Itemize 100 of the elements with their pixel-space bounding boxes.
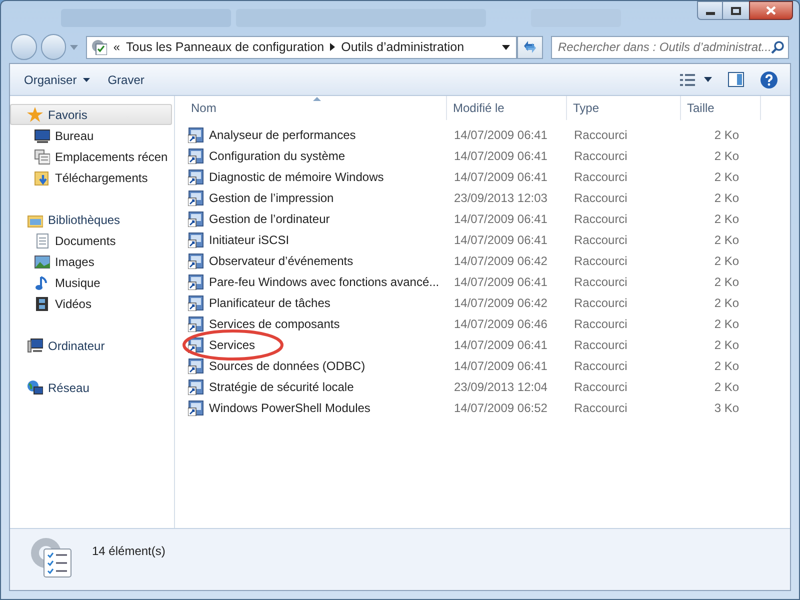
table-cell-text: 14/07/2009 06:41 (453, 148, 548, 164)
table-cell-text: Raccourci (573, 400, 628, 416)
sidebar-item[interactable]: Téléchargements (10, 167, 174, 188)
search-placeholder: Rechercher dans : Outils d’administrat... (558, 39, 771, 56)
address-bar[interactable]: « Tous les Panneaux de configuration Outils d’administration (86, 36, 518, 58)
file-item[interactable]: Gestion de l’ordinateur (175, 210, 447, 228)
sidebar-group[interactable]: Favoris (10, 104, 172, 125)
table-cell-text: Raccourci (573, 378, 628, 396)
table-cell-text: 14/07/2009 06:46 (453, 316, 548, 332)
sidebar-group[interactable]: Ordinateur (10, 335, 172, 356)
table-cell-text: 3 Ko (713, 400, 740, 416)
table-cell-text: 23/09/2013 12:03 (453, 190, 548, 206)
shortcut-icon (188, 232, 204, 248)
sidebar-item[interactable]: Emplacements récen (10, 146, 174, 167)
shortcut-icon (188, 316, 204, 332)
breadcrumb[interactable]: Outils d’administration (341, 38, 464, 56)
file-item[interactable]: Pare-feu Windows avec fonctions avancé... (175, 272, 447, 290)
file-item[interactable]: Initiateur iSCSI (175, 230, 447, 248)
table-cell-text: Raccourci (573, 316, 628, 332)
maximize-button[interactable] (723, 1, 749, 20)
file-item[interactable]: Analyseur de performances (175, 126, 447, 144)
table-cell-text: 2 Ko (713, 336, 740, 354)
file-item[interactable]: Observateur d’événements (175, 252, 447, 270)
table-cell-text: 2 Ko (713, 126, 740, 144)
control-panel-icon (91, 39, 108, 55)
minimize-icon (706, 12, 714, 14)
minimize-button[interactable] (697, 1, 723, 20)
file-item[interactable]: Windows PowerShell Modules (175, 398, 447, 416)
sidebar-item[interactable]: Vidéos (10, 293, 174, 314)
view-options-button[interactable] (680, 74, 712, 86)
shortcut-icon (188, 336, 204, 352)
table-cell-text: 2 Ko (713, 168, 740, 186)
breadcrumb-arrow-icon (330, 43, 336, 51)
table-cell-text: Raccourci (573, 190, 628, 206)
file-item[interactable]: Diagnostic de mémoire Windows (175, 168, 447, 186)
table-cell-text: 2 Ko (713, 378, 740, 396)
sidebar-item[interactable]: Bureau (10, 125, 174, 146)
sidebar-item[interactable]: Documents (10, 230, 174, 251)
file-item[interactable]: Configuration du système (175, 146, 447, 164)
table-cell-text: 2 Ko (713, 294, 740, 312)
table-cell-text: Raccourci (573, 168, 628, 186)
file-item[interactable]: Services de composants (175, 314, 447, 332)
table-cell-text: Raccourci (573, 358, 628, 374)
shortcut-icon (188, 210, 204, 226)
table-cell-text: 14/07/2009 06:41 (453, 336, 548, 354)
table-cell-text: Raccourci (573, 148, 628, 164)
document-icon (34, 232, 50, 248)
file-item[interactable]: Sources de données (ODBC) (175, 356, 447, 374)
table-cell-text: 2 Ko (713, 148, 740, 164)
table-cell-text: 14/07/2009 06:41 (453, 126, 548, 144)
sidebar-group[interactable]: Réseau (10, 377, 172, 398)
table-cell-text: 2 Ko (713, 316, 740, 332)
image-icon (34, 254, 50, 270)
file-item[interactable]: Gestion de l’impression (175, 188, 447, 206)
preview-pane-icon[interactable] (728, 72, 744, 87)
table-cell-text: 23/09/2013 12:04 (453, 378, 548, 396)
overflow-chevron[interactable]: « (113, 38, 120, 56)
refresh-button[interactable] (517, 36, 543, 58)
file-item[interactable]: Stratégie de sécurité locale (175, 378, 447, 396)
shortcut-icon (188, 190, 204, 206)
search-field[interactable]: Rechercher dans : Outils d’administrat... (551, 36, 789, 58)
sidebar-item[interactable]: Musique (10, 272, 174, 293)
file-item[interactable]: Services (175, 336, 447, 354)
recent-icon (34, 148, 50, 164)
table-cell-text: 14/07/2009 06:42 (453, 252, 548, 270)
shortcut-icon (188, 358, 204, 374)
toolbar-button[interactable]: Graver (106, 70, 146, 88)
close-button[interactable] (749, 1, 793, 20)
table-cell-text: 2 Ko (713, 190, 740, 206)
table-cell-text: 2 Ko (713, 252, 740, 270)
shortcut-icon (188, 168, 204, 184)
table-cell-text: 14/07/2009 06:41 (453, 168, 548, 186)
table-cell-text: Raccourci (573, 274, 628, 290)
help-icon[interactable] (760, 70, 778, 88)
breadcrumb[interactable]: Tous les Panneaux de configuration (126, 38, 324, 56)
column-header[interactable]: Type (567, 96, 681, 120)
file-item[interactable]: Planificateur de tâches (175, 294, 447, 312)
maximize-icon (731, 6, 741, 14)
shortcut-icon (188, 378, 204, 394)
item-count: 14 élément(s) (92, 543, 166, 560)
table-cell-text: 2 Ko (713, 232, 740, 248)
sidebar-group[interactable]: Bibliothèques (10, 209, 172, 230)
column-header[interactable]: Taille (681, 96, 761, 120)
shortcut-icon (188, 252, 204, 268)
table-cell-text: Raccourci (573, 252, 628, 270)
shortcut-icon (188, 274, 204, 290)
desktop-icon (34, 128, 50, 144)
shortcut-icon (188, 148, 204, 164)
column-header[interactable]: Modifié le (447, 96, 567, 120)
video-icon (34, 296, 50, 312)
table-cell-text: Raccourci (573, 126, 628, 144)
dropdown-arrow-icon[interactable] (502, 44, 510, 50)
table-cell-text: 14/07/2009 06:41 (453, 210, 548, 228)
refresh-icon (522, 40, 538, 54)
star-icon (27, 106, 43, 122)
toolbar-button[interactable]: Organiser (22, 70, 92, 88)
table-cell-text: 2 Ko (713, 274, 740, 290)
table-cell-text: Raccourci (573, 210, 628, 228)
sort-arrow-icon (313, 97, 321, 101)
sidebar-item[interactable]: Images (10, 251, 174, 272)
